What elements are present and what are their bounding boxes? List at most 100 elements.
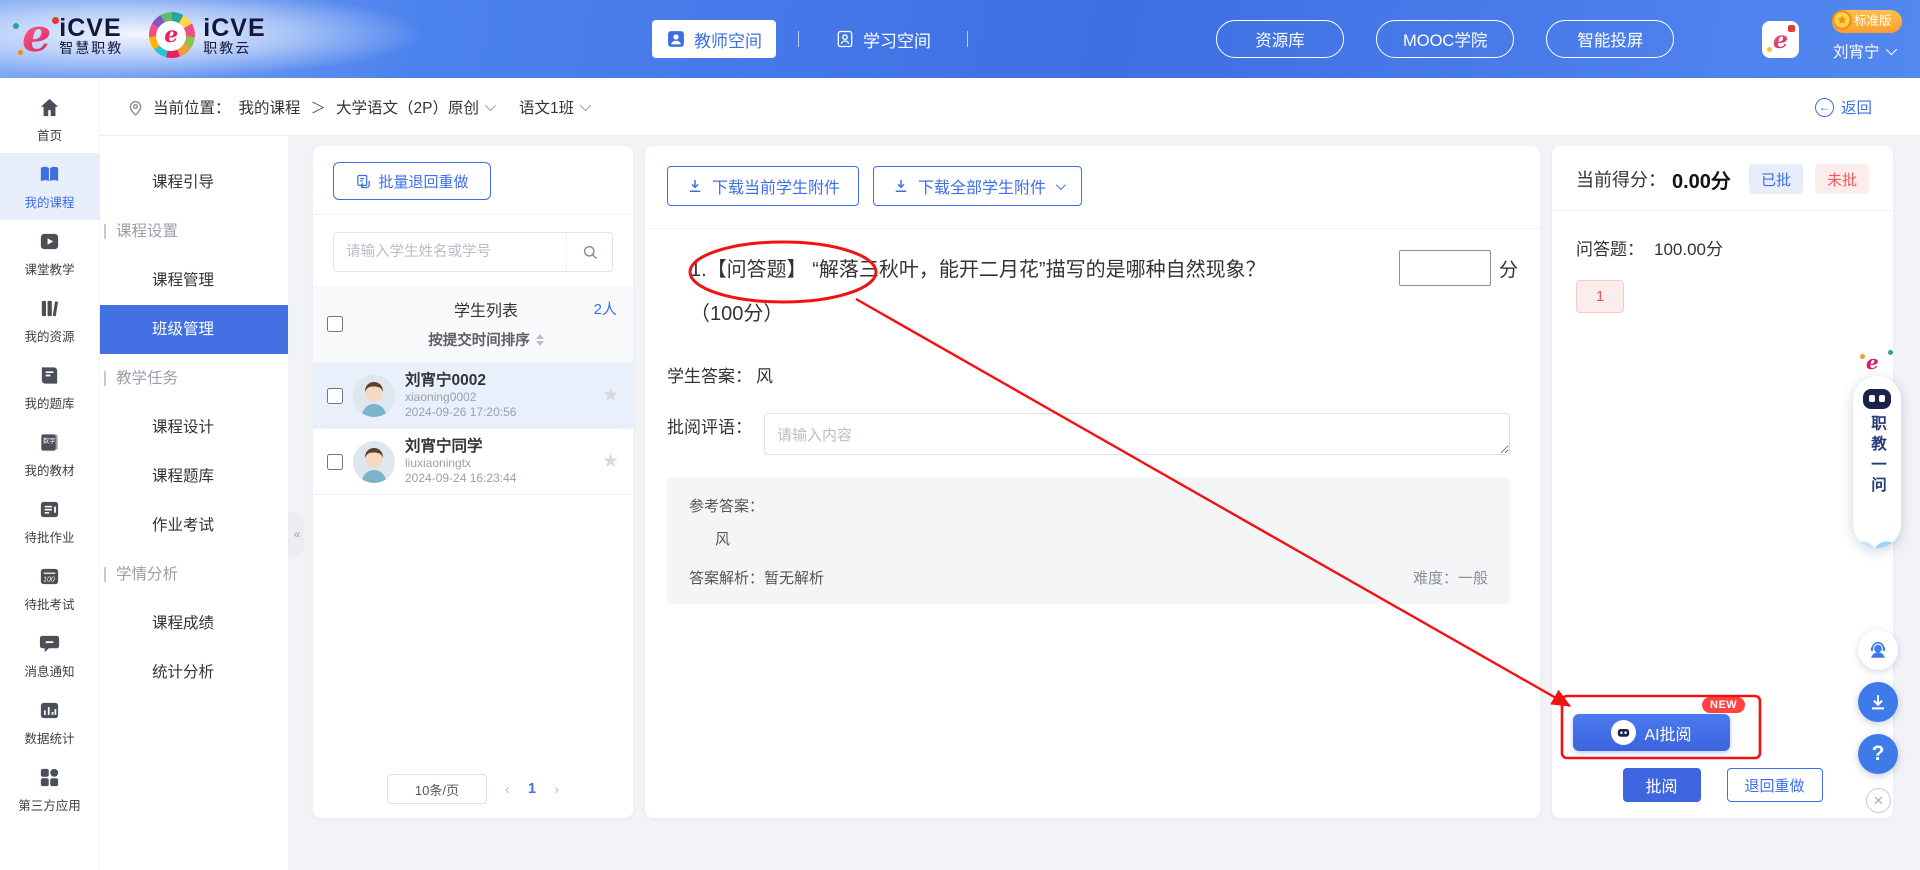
app-grid-icon[interactable]: e (1762, 21, 1799, 58)
icve-mini-logo-icon: e (1866, 352, 1888, 374)
course-menu-item[interactable]: 学情分析 (100, 550, 288, 599)
sidebar-item[interactable]: 课堂教学 (0, 220, 99, 287)
chevron-down-icon (1056, 180, 1066, 190)
chevron-down-icon (1885, 44, 1896, 55)
analysis-value: 暂无解析 (764, 567, 824, 588)
back-button[interactable]: ← 返回 (1815, 78, 1872, 136)
student-checkbox[interactable] (327, 388, 343, 404)
unreviewed-filter-chip[interactable]: 未批 (1815, 164, 1869, 194)
course-menu-item[interactable]: 课程设计 (100, 403, 288, 452)
space-tab-icon (835, 29, 855, 49)
download-float-button[interactable] (1858, 682, 1898, 722)
help-button[interactable]: ? (1858, 734, 1898, 774)
course-menu-item[interactable]: 课程设置 (100, 207, 288, 256)
student-row[interactable]: 刘宵宁同学 liuxiaoningtx 2024-09-24 16:23:44 … (313, 429, 633, 495)
reviewed-filter-chip[interactable]: 已批 (1749, 164, 1803, 194)
sidebar-item-icon (38, 364, 61, 387)
download-all-attachment-button[interactable]: 下载全部学生附件 (873, 166, 1082, 206)
ai-review-button[interactable]: AI批阅 (1573, 714, 1730, 751)
sidebar-item[interactable]: 数据统计 (0, 689, 99, 756)
divider (1552, 210, 1893, 211)
student-username: xiaoning0002 (405, 390, 592, 405)
search-icon (581, 243, 599, 261)
question-text: 1.【问答题】 “解落三秋叶，能开二月花”描写的是哪种自然现象？ (667, 255, 1407, 285)
header-pill-button[interactable]: 资源库 (1216, 20, 1344, 58)
close-float-button[interactable]: ✕ (1866, 788, 1891, 813)
sort-by-submit-time[interactable]: 按提交时间排序 (353, 329, 619, 350)
breadcrumb-course-dropdown[interactable]: 大学语文（2P）原创 (336, 96, 493, 118)
student-row[interactable]: 刘宵宁0002 xiaoning0002 2024-09-26 17:20:56… (313, 363, 633, 429)
user-menu[interactable]: 刘宵宁 (1833, 40, 1894, 62)
course-menu-item[interactable]: 课程管理 (100, 256, 288, 305)
header-pill-button[interactable]: 智能投屏 (1546, 20, 1674, 58)
course-menu-item[interactable]: 课程引导 (100, 158, 288, 207)
breadcrumb-my-courses[interactable]: 我的课程 (239, 96, 301, 118)
search-button[interactable] (566, 233, 612, 271)
download-icon (892, 177, 910, 195)
question-type-tag: 【问答题】 (707, 259, 807, 281)
chevron-down-icon (580, 100, 591, 111)
header-pill-button[interactable]: MOOC学院 (1376, 20, 1514, 58)
download-current-attachment-button[interactable]: 下载当前学生附件 (667, 166, 859, 206)
course-menu-item[interactable]: 课程成绩 (100, 599, 288, 648)
space-tab[interactable]: 学习空间 (821, 20, 945, 58)
current-score-value: 0.00分 (1672, 165, 1731, 194)
favorite-star-icon[interactable]: ★ (602, 450, 619, 473)
student-checkbox[interactable] (327, 454, 343, 470)
return-redo-button[interactable]: 退回重做 (1727, 768, 1823, 802)
logo-icve-zhijiaoyun: iCVE 职教云 (149, 12, 265, 58)
customer-service-button[interactable] (1858, 630, 1898, 670)
sidebar-item-icon (38, 230, 61, 253)
sidebar-item[interactable]: 我的资源 (0, 287, 99, 354)
zhijiao-assistant-widget[interactable]: 职教一问 (1853, 376, 1901, 548)
current-page[interactable]: 1 (528, 781, 536, 797)
current-score-label: 当前得分： (1576, 166, 1666, 192)
course-menu-item[interactable]: 作业考试 (100, 501, 288, 550)
student-list-title: 学生列表 (353, 297, 619, 321)
score-input[interactable] (1399, 250, 1491, 286)
course-menu-item[interactable]: 统计分析 (100, 648, 288, 697)
question-number-chip[interactable]: 1 (1576, 280, 1624, 313)
sidebar-item-icon (38, 766, 61, 789)
reference-answer-box: 参考答案： 风 答案解析： 暂无解析 难度：一般 (667, 477, 1510, 604)
breadcrumb-class-dropdown[interactable]: 语文1班 (519, 96, 588, 118)
sidebar-item-icon (38, 632, 61, 655)
score-panel: 当前得分： 0.00分 已批 未批 问答题： 100.00分 1 NEW AI批… (1552, 146, 1893, 818)
sidebar-item-icon (38, 163, 61, 186)
student-answer-value: 风 (756, 362, 773, 387)
robot-icon (1861, 385, 1893, 411)
search-input[interactable] (334, 233, 566, 271)
back-arrow-icon: ← (1815, 98, 1834, 117)
download-icon (686, 177, 704, 195)
sidebar-item[interactable]: 首页 (0, 86, 99, 153)
sidebar-item[interactable]: 第三方应用 (0, 756, 99, 823)
page-size-select[interactable]: 10条/页 (387, 774, 487, 804)
next-page-button[interactable]: › (554, 781, 559, 798)
sidebar-item[interactable]: 待批作业 (0, 488, 99, 555)
course-menu-item[interactable]: 班级管理 (100, 305, 288, 354)
select-all-checkbox[interactable] (327, 316, 343, 332)
new-badge: NEW (1702, 697, 1745, 713)
course-menu-item[interactable]: 课程题库 (100, 452, 288, 501)
tab-divider (967, 31, 968, 47)
sidebar-collapse-handle[interactable]: « (288, 512, 304, 556)
sidebar-item-icon (38, 498, 61, 521)
batch-return-button[interactable]: 批量退回重做 (333, 162, 491, 200)
sidebar-item[interactable]: 100 待批考试 (0, 555, 99, 622)
batch-return-icon (355, 173, 372, 190)
location-pin-icon (126, 98, 145, 117)
svg-text:100: 100 (43, 576, 55, 583)
sidebar-item[interactable]: 数字 我的教材 (0, 421, 99, 488)
space-tab[interactable]: 教师空间 (652, 20, 776, 58)
sidebar-item[interactable]: 我的课程 (0, 153, 99, 220)
peacock-logo-icon (149, 12, 195, 58)
favorite-star-icon[interactable]: ★ (602, 384, 619, 407)
review-button[interactable]: 批阅 (1623, 768, 1701, 802)
student-username: liuxiaoningtx (405, 456, 592, 471)
comment-textarea[interactable] (764, 413, 1510, 455)
course-menu-item[interactable]: 教学任务 (100, 354, 288, 403)
sidebar-item[interactable]: 我的题库 (0, 354, 99, 421)
prev-page-button[interactable]: ‹ (505, 781, 510, 798)
sidebar-item[interactable]: 消息通知 (0, 622, 99, 689)
assistant-name: 职教一问 (1866, 415, 1888, 497)
